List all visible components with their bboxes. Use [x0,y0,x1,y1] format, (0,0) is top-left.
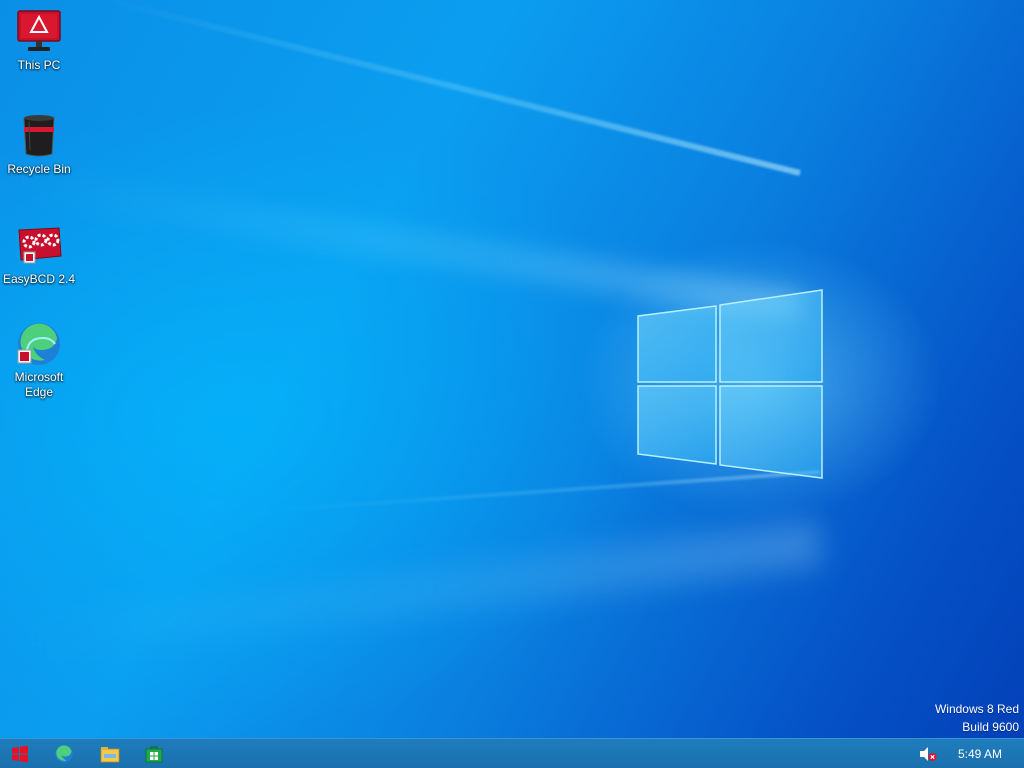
taskbar-file-explorer-button[interactable] [90,739,130,768]
wallpaper-light-beam [100,0,801,176]
volume-muted-icon [920,746,937,761]
taskbar-store-button[interactable] [134,739,174,768]
watermark-line2: Build 9600 [962,720,1019,734]
watermark-line1: Windows 8 Red [934,702,1019,716]
folder-icon [100,746,120,762]
windows-logo-wallpaper [637,289,823,479]
taskbar-clock[interactable]: 5:49 AM [958,739,1002,768]
desktop-icon-label: This PC [17,58,61,72]
this-pc-icon [17,10,61,51]
windows-start-icon [12,745,28,762]
easybcd-icon [18,227,62,264]
volume-button[interactable] [916,739,940,768]
start-button[interactable] [0,739,40,768]
store-icon [145,745,163,762]
recycle-bin-icon [23,115,55,157]
desktop-icon-label: Recycle Bin [7,162,71,176]
taskbar-edge-button[interactable] [44,739,84,768]
desktop-icon-this-pc[interactable]: This PC [1,8,77,73]
desktop-icon-label: Microsoft Edge [14,370,64,399]
desktop-icon-easybcd[interactable]: EasyBCD 2.4 [1,222,77,287]
taskbar: 5:49 AM [0,738,1024,768]
desktop[interactable]: This PC Recycle Bin EasyBCD 2.4 Microsof… [0,0,1024,738]
edge-icon [55,744,73,763]
desktop-icon-label: EasyBCD 2.4 [2,272,76,286]
desktop-icon-recycle-bin[interactable]: Recycle Bin [1,112,77,177]
wallpaper-light-beam [3,520,823,666]
desktop-icon-microsoft-edge[interactable]: Microsoft Edge [1,320,77,400]
edge-icon [17,323,60,365]
build-watermark: Windows 8 Red Build 9600 [935,700,1019,736]
